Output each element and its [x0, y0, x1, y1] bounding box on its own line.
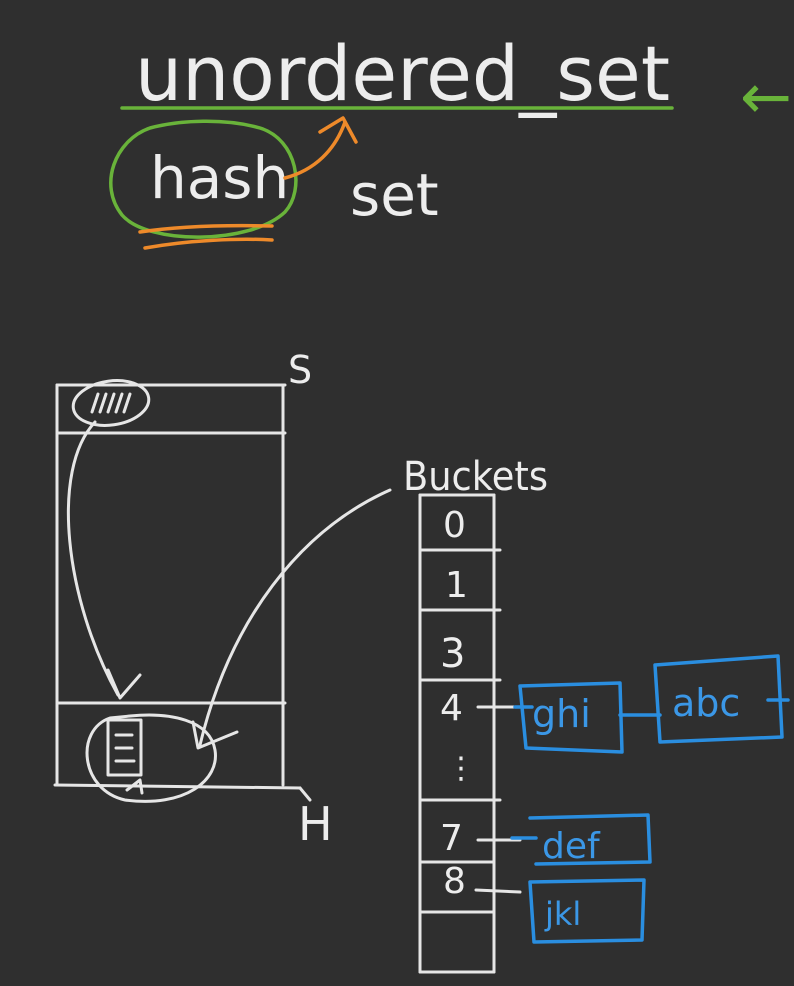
set-word: set: [350, 161, 439, 229]
bucket-index-1: 1: [445, 565, 468, 606]
left-arrow-icon: ←: [740, 60, 792, 133]
buckets-label: Buckets: [403, 454, 548, 500]
title-text: unordered_set: [135, 29, 670, 118]
bucket-index-8: 8: [443, 861, 466, 902]
h-label: H: [298, 797, 333, 851]
chain-node-ghi-label: ghi: [532, 692, 591, 736]
bucket-8-connector: [474, 888, 522, 894]
hashed-key-scribble: [90, 392, 132, 414]
key-to-slot-arrow: [66, 420, 120, 697]
bucket-pointer-lines: [114, 733, 136, 763]
chain-node-abc-label: abc: [672, 681, 740, 725]
hash-word: hash: [150, 144, 289, 212]
hash-underline-2: [143, 237, 274, 250]
bucket-index-7: 7: [440, 818, 463, 859]
s-label: S: [288, 348, 312, 392]
bucket-index-3: 3: [440, 631, 465, 677]
buckets-to-slot-arrow: [198, 488, 392, 747]
bucket-pointer-oval: [85, 713, 217, 803]
whiteboard: unordered_set ← hash set S H Buckets 0 1…: [0, 0, 794, 986]
key-to-slot-arrowhead: [106, 668, 142, 700]
drawing-canvas: unordered_set ← hash set S H Buckets 0 1…: [53, 29, 792, 974]
chain-node-jkl-label: jkl: [544, 895, 581, 933]
bucket-index-0: 0: [443, 505, 466, 546]
memory-bottom-line: [53, 783, 302, 790]
bucket-index-4: 4: [440, 688, 463, 729]
chain-node-def-label: def: [542, 826, 601, 867]
bucket-index-ellipsis: ⋮: [446, 751, 476, 786]
